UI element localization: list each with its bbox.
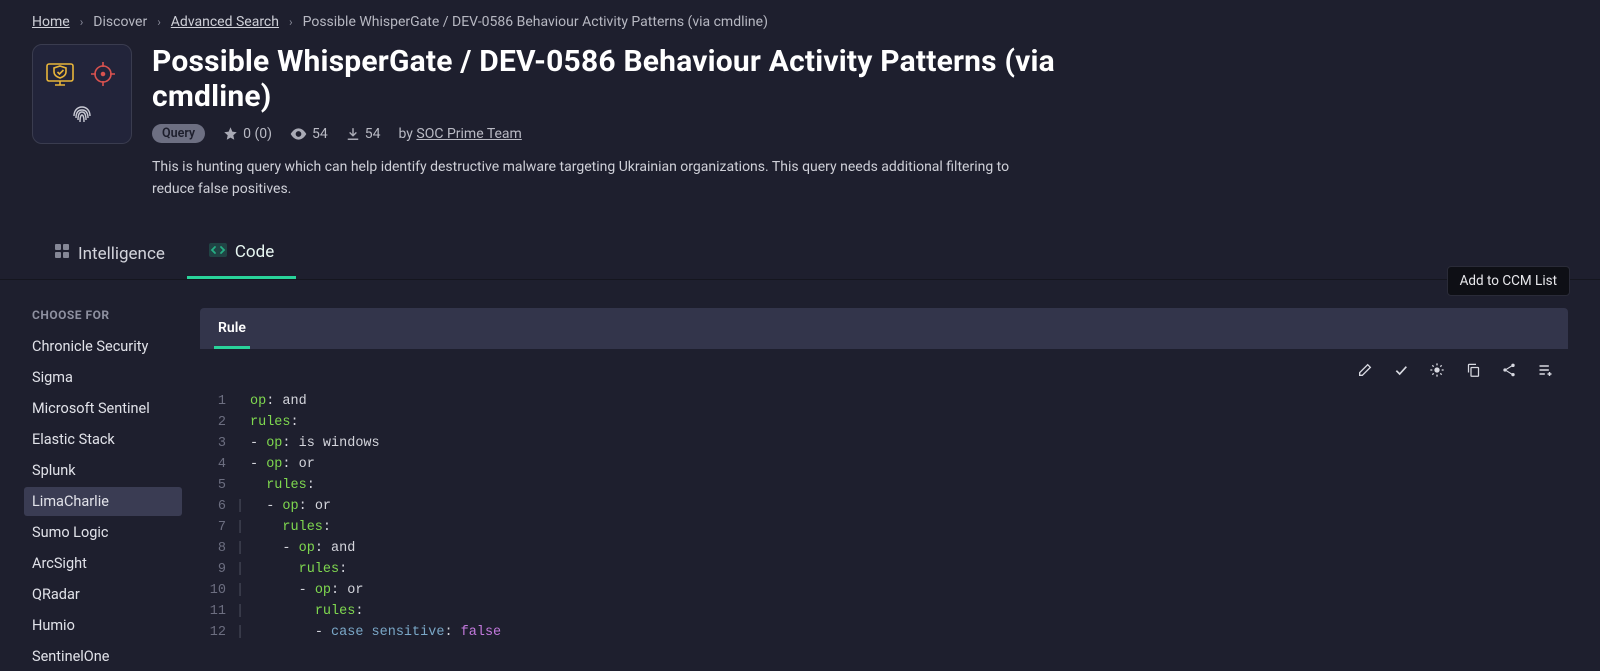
author-link[interactable]: SOC Prime Team (416, 126, 521, 142)
code-line: 6| - op: or (208, 496, 1568, 517)
sidebar-item-humio[interactable]: Humio (24, 611, 182, 640)
sidebar-item-qradar[interactable]: QRadar (24, 580, 182, 609)
code-line: 2rules: (208, 412, 1568, 433)
page-header: Possible WhisperGate / DEV-0586 Behaviou… (0, 38, 1600, 218)
copy-icon[interactable] (1464, 361, 1482, 379)
code-line: 1op: and (208, 391, 1568, 412)
star-icon (223, 126, 238, 141)
code-editor[interactable]: 1op: and2rules:3- op: is windows4- op: o… (200, 383, 1568, 643)
tab-code[interactable]: Code (187, 228, 296, 279)
code-line: 3- op: is windows (208, 433, 1568, 454)
code-panel: Rule Add to CCM List 1op: and2rules: (200, 308, 1568, 670)
intelligence-icon (54, 243, 70, 264)
edit-icon[interactable] (1356, 361, 1374, 379)
page-title: Possible WhisperGate / DEV-0586 Behaviou… (152, 44, 1112, 114)
breadcrumb-discover[interactable]: Discover (93, 14, 147, 30)
check-icon[interactable] (1392, 361, 1410, 379)
code-line: 4- op: or (208, 454, 1568, 475)
warden-icon[interactable] (1428, 361, 1446, 379)
code-line: 7| rules: (208, 517, 1568, 538)
code-line: 11| rules: (208, 601, 1568, 622)
crosshair-icon (88, 59, 118, 89)
description: This is hunting query which can help ide… (152, 157, 1022, 200)
sidebar-item-arcsight[interactable]: ArcSight (24, 549, 182, 578)
tab-intelligence[interactable]: Intelligence (32, 228, 187, 279)
breadcrumb-home[interactable]: Home (32, 14, 70, 30)
rating-value: 0 (0) (243, 126, 272, 142)
sidebar-item-chronicle-security[interactable]: Chronicle Security (24, 332, 182, 361)
tab-intelligence-label: Intelligence (78, 244, 165, 264)
breadcrumb-advanced-search[interactable]: Advanced Search (171, 14, 279, 30)
rule-tabs: Rule Add to CCM List (200, 308, 1568, 349)
sidebar-title: CHOOSE FOR (32, 308, 182, 322)
byline: by SOC Prime Team (399, 126, 522, 142)
downloads: 54 (346, 126, 381, 142)
code-line: 10| - op: or (208, 580, 1568, 601)
code-line: 9| rules: (208, 559, 1568, 580)
sidebar-item-sigma[interactable]: Sigma (24, 363, 182, 392)
sidebar-item-microsoft-sentinel[interactable]: Microsoft Sentinel (24, 394, 182, 423)
code-line: 5 rules: (208, 475, 1568, 496)
tab-code-label: Code (235, 242, 274, 262)
chevron-right-icon: › (80, 15, 84, 29)
sidebar-item-elastic-stack[interactable]: Elastic Stack (24, 425, 182, 454)
rule-icon-card (32, 44, 132, 144)
breadcrumb-current: Possible WhisperGate / DEV-0586 Behaviou… (303, 14, 768, 30)
code-toolbar (200, 349, 1568, 383)
chevron-right-icon: › (289, 15, 293, 29)
rating[interactable]: 0 (0) (223, 126, 272, 142)
sidebar-item-limacharlie[interactable]: LimaCharlie (24, 487, 182, 516)
share-icon[interactable] (1500, 361, 1518, 379)
code-line: 8| - op: and (208, 538, 1568, 559)
code-line: 12| - case sensitive: false (208, 622, 1568, 643)
download-icon (346, 127, 360, 141)
fingerprint-icon (67, 100, 97, 130)
sidebar-item-splunk[interactable]: Splunk (24, 456, 182, 485)
views: 54 (290, 126, 328, 142)
sidebar-item-sentinelone[interactable]: SentinelOne (24, 642, 182, 671)
breadcrumb: Home › Discover › Advanced Search › Poss… (0, 0, 1600, 38)
monitor-shield-icon (44, 59, 80, 89)
eye-icon (290, 128, 307, 140)
content-tabs: Intelligence Code (0, 228, 1600, 280)
type-badge: Query (152, 124, 205, 143)
code-icon (209, 242, 227, 262)
views-count: 54 (312, 126, 328, 142)
chevron-right-icon: › (157, 15, 161, 29)
tooltip-add-ccm: Add to CCM List (1447, 266, 1570, 296)
platform-sidebar: CHOOSE FOR Chronicle SecuritySigmaMicros… (32, 308, 182, 670)
sidebar-item-sumo-logic[interactable]: Sumo Logic (24, 518, 182, 547)
downloads-count: 54 (365, 126, 381, 142)
add-to-list-icon[interactable] (1536, 361, 1554, 379)
rule-tab[interactable]: Rule (214, 308, 250, 349)
